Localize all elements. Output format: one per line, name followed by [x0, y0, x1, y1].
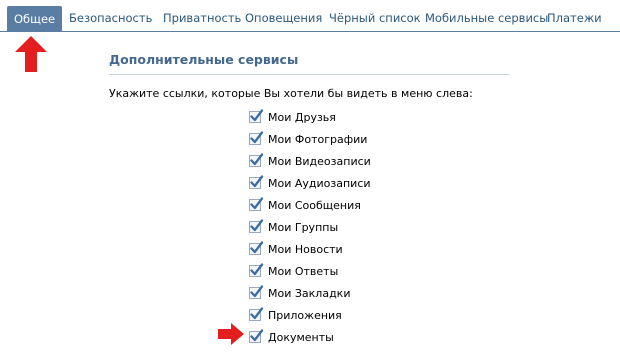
- instructions-text: Укажите ссылки, которые Вы хотели бы вид…: [109, 87, 473, 100]
- checkbox[interactable]: [249, 285, 264, 299]
- checkmark-icon: [250, 197, 264, 210]
- service-checkbox-item[interactable]: Мои Группы: [249, 216, 371, 238]
- service-checkbox-item[interactable]: Документы: [249, 326, 371, 348]
- service-label: Мои Аудиозаписи: [268, 176, 371, 190]
- service-label: Документы: [268, 330, 334, 344]
- service-checkbox-item[interactable]: Мои Ответы: [249, 260, 371, 282]
- service-label: Мои Группы: [268, 220, 339, 234]
- checkbox[interactable]: [249, 175, 264, 189]
- checkbox[interactable]: [249, 307, 264, 321]
- service-checkbox-item[interactable]: Мои Фотографии: [249, 128, 371, 150]
- section-title: Дополнительные сервисы: [109, 52, 509, 75]
- service-label: Мои Сообщения: [268, 198, 361, 212]
- tab-security[interactable]: Безопасность: [69, 5, 152, 31]
- service-label: Мои Друзья: [268, 110, 336, 124]
- service-checkbox-item[interactable]: Мои Аудиозаписи: [249, 172, 371, 194]
- service-checkbox-item[interactable]: Мои Новости: [249, 238, 371, 260]
- service-label: Приложения: [268, 308, 342, 322]
- checkmark-icon: [250, 109, 264, 122]
- service-checkbox-item[interactable]: Приложения: [249, 304, 371, 326]
- checkbox[interactable]: [249, 329, 264, 343]
- checkbox[interactable]: [249, 131, 264, 145]
- tab-mobile-services[interactable]: Мобильные сервисы: [425, 5, 548, 31]
- settings-tab-bar: Общее Безопасность Приватность Оповещени…: [0, 0, 620, 32]
- services-list: Мои Друзья Мои Фотографии Мои Видеозаписи М…: [249, 106, 371, 348]
- tab-blacklist[interactable]: Чёрный список: [329, 5, 421, 31]
- checkmark-icon: [250, 263, 264, 276]
- checkbox[interactable]: [249, 241, 264, 255]
- service-label: Мои Закладки: [268, 286, 351, 300]
- service-checkbox-item[interactable]: Мои Закладки: [249, 282, 371, 304]
- checkmark-icon: [250, 131, 264, 144]
- service-checkbox-item[interactable]: Мои Видеозаписи: [249, 150, 371, 172]
- tab-general[interactable]: Общее: [7, 6, 63, 32]
- checkbox[interactable]: [249, 197, 264, 211]
- tab-privacy[interactable]: Приватность: [163, 5, 241, 31]
- tab-payments[interactable]: Платежи: [547, 5, 602, 31]
- service-checkbox-item[interactable]: Мои Друзья: [249, 106, 371, 128]
- checkbox[interactable]: [249, 263, 264, 277]
- service-label: Мои Ответы: [268, 264, 339, 278]
- checkmark-icon: [250, 153, 264, 166]
- settings-page: Общее Безопасность Приватность Оповещени…: [0, 0, 620, 363]
- red-right-arrow-icon: [218, 323, 244, 345]
- checkbox[interactable]: [249, 153, 264, 167]
- service-label: Мои Новости: [268, 242, 343, 256]
- service-label: Мои Видеозаписи: [268, 154, 371, 168]
- checkmark-icon: [250, 219, 264, 232]
- tab-notifications[interactable]: Оповещения: [245, 5, 322, 31]
- checkmark-icon: [250, 175, 264, 188]
- service-checkbox-item[interactable]: Мои Сообщения: [249, 194, 371, 216]
- service-label: Мои Фотографии: [268, 132, 368, 146]
- checkmark-icon: [250, 307, 264, 320]
- red-up-arrow-icon: [15, 36, 47, 72]
- checkbox[interactable]: [249, 109, 264, 123]
- checkmark-icon: [250, 241, 264, 254]
- checkbox[interactable]: [249, 219, 264, 233]
- checkmark-icon: [250, 329, 264, 342]
- checkmark-icon: [250, 285, 264, 298]
